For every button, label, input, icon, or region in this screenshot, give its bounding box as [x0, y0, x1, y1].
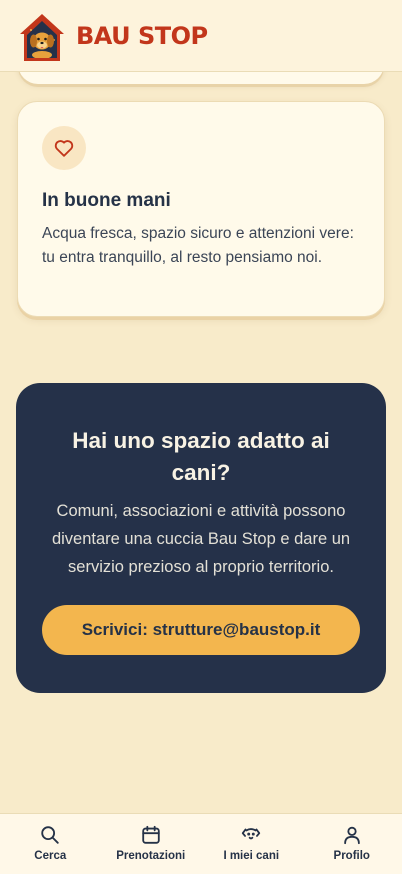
cta-panel: Hai uno spazio adatto ai cani? Comuni, a… — [16, 383, 386, 693]
user-icon — [343, 826, 360, 845]
nav-label: Prenotazioni — [116, 850, 186, 862]
feature-description: Acqua fresca, spazio sicuro e attenzioni… — [42, 225, 354, 266]
cta-title: Hai uno spazio adatto ai cani? — [72, 428, 330, 485]
dog-house-logo-icon[interactable] — [16, 10, 68, 62]
feature-icon-circle — [42, 126, 86, 170]
app-header: BAU STOP — [0, 0, 402, 72]
nav-label: I miei cani — [223, 850, 280, 862]
heart-icon — [54, 140, 74, 157]
nav-item-cerca[interactable]: Cerca — [0, 814, 101, 874]
bottom-navigation: Cerca Prenotazioni I miei cani Profilo — [0, 813, 402, 874]
nav-label: Profilo — [333, 850, 370, 862]
page: BAU STOP In buone mani Acqua fresca, spa… — [0, 0, 402, 874]
brand-name: BAU STOP — [76, 21, 208, 50]
contact-email-button[interactable]: Scrivici: strutture@baustop.it — [42, 605, 360, 655]
nav-item-prenotazioni[interactable]: Prenotazioni — [101, 814, 202, 874]
feature-title: In buone mani — [42, 190, 171, 211]
cta-description: Comuni, associazioni e attività possono … — [51, 502, 351, 576]
nav-label: Cerca — [34, 850, 67, 862]
search-icon — [41, 826, 59, 844]
nav-item-i-miei-cani[interactable]: I miei cani — [201, 814, 302, 874]
calendar-icon — [142, 825, 160, 844]
nav-item-profilo[interactable]: Profilo — [302, 814, 402, 874]
feature-card: In buone mani Acqua fresca, spazio sicur… — [17, 101, 385, 317]
dog-face-icon — [242, 828, 261, 840]
